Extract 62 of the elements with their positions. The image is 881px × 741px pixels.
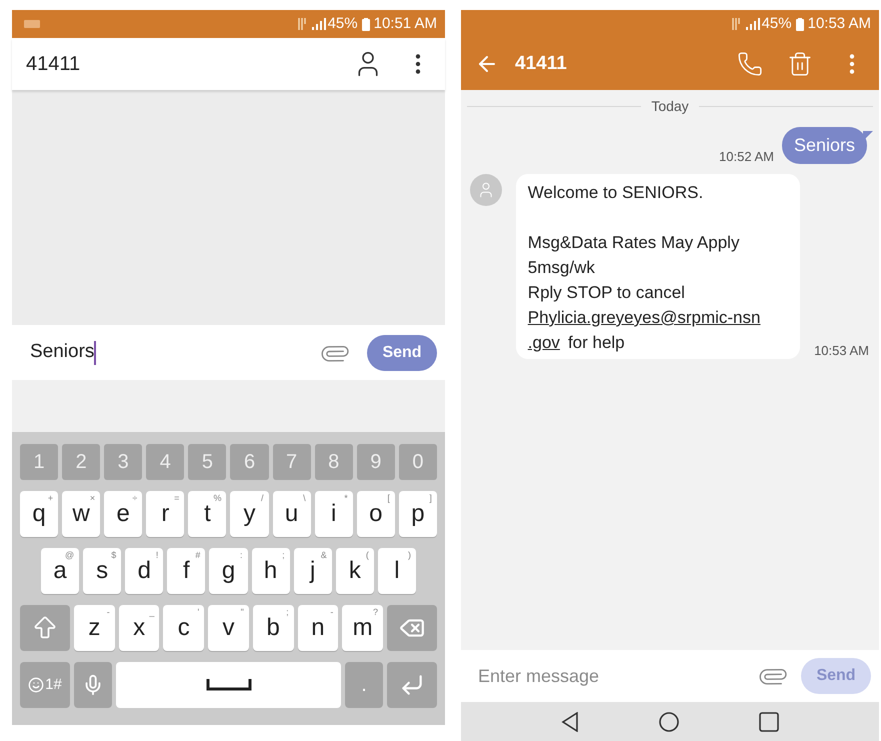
battery-icon: [362, 18, 370, 30]
recipient-number: 41411: [26, 52, 82, 77]
smiley-icon: [28, 677, 44, 693]
keyboard-key[interactable]: w ×: [62, 491, 100, 537]
keyboard-key[interactable]: i *: [314, 491, 353, 537]
space-icon: [206, 679, 252, 691]
message-text: Msg&Data Rates May Apply: [528, 232, 740, 254]
message-text: for help: [568, 332, 625, 354]
keyboard-key[interactable]: r =: [146, 491, 184, 537]
keyboard-key[interactable]: a @: [41, 548, 80, 594]
keyboard-key[interactable]: d !: [125, 548, 164, 594]
date-divider: Today: [651, 97, 689, 116]
message-text: Welcome to SENIORS.: [528, 182, 704, 204]
keyboard-key[interactable]: o [: [356, 491, 395, 537]
keyboard-key[interactable]: l ): [378, 548, 416, 594]
back-nav-icon[interactable]: [561, 712, 579, 732]
delete-icon[interactable]: [787, 51, 813, 77]
battery-percent: 45%: [762, 14, 792, 34]
battery-percent: 45%: [328, 14, 358, 34]
battery-icon: [796, 18, 804, 30]
status-time: 10:51 AM: [374, 14, 437, 34]
keyboard-key[interactable]: j &: [294, 548, 332, 594]
keyboard-key[interactable]: v ": [208, 605, 249, 651]
signal-icon: [312, 18, 326, 30]
shift-key[interactable]: [20, 605, 70, 651]
enter-key[interactable]: [387, 662, 437, 708]
keyboard-key[interactable]: c ': [163, 605, 204, 651]
keyboard-key[interactable]: q +: [20, 491, 58, 537]
email-link[interactable]: .gov: [528, 330, 560, 355]
keyboard-key[interactable]: s $: [83, 548, 122, 594]
message-text: 5msg/wk: [528, 257, 596, 279]
keyboard-key[interactable]: m ?: [342, 605, 384, 651]
home-nav-icon[interactable]: [659, 712, 679, 732]
bubble-tail: [863, 131, 873, 141]
backspace-key[interactable]: [387, 605, 438, 651]
keyboard-key[interactable]: p ]: [398, 491, 437, 537]
recents-nav-icon[interactable]: [759, 712, 779, 732]
network-icon: [732, 17, 740, 31]
network-icon: [298, 17, 306, 31]
message-field[interactable]: Seniors: [30, 338, 321, 367]
keyboard-key[interactable]: f #: [167, 548, 206, 594]
status-time: 10:53 AM: [808, 14, 871, 34]
keyboard-key[interactable]: h ;: [252, 548, 290, 594]
message-time: 10:52 AM: [719, 148, 774, 166]
notification-icon: [24, 20, 40, 28]
keyboard-key[interactable]: b ;: [252, 605, 294, 651]
email-link[interactable]: Phylicia.greyeyes@srpmic-nsn: [528, 308, 760, 327]
keyboard-key[interactable]: t %: [188, 491, 226, 537]
contact-title: 41411: [515, 52, 568, 76]
message-text: Rply STOP to cancel: [528, 282, 686, 304]
message-time: 10:53 AM: [814, 342, 869, 360]
phone-icon[interactable]: [737, 51, 763, 77]
keyboard-key[interactable]: x _: [118, 605, 160, 651]
keyboard-key[interactable]: e ÷: [104, 491, 142, 537]
keyboard-key[interactable]: k (: [336, 548, 374, 594]
keyboard-key[interactable]: n -: [298, 605, 338, 651]
keyboard-key[interactable]: z -: [74, 605, 115, 651]
keyboard-key[interactable]: y /: [230, 491, 269, 537]
keyboard-key[interactable]: g :: [209, 548, 248, 594]
signal-icon: [746, 18, 760, 30]
voice-key[interactable]: [74, 662, 112, 708]
keyboard-key[interactable]: u \: [272, 491, 311, 537]
